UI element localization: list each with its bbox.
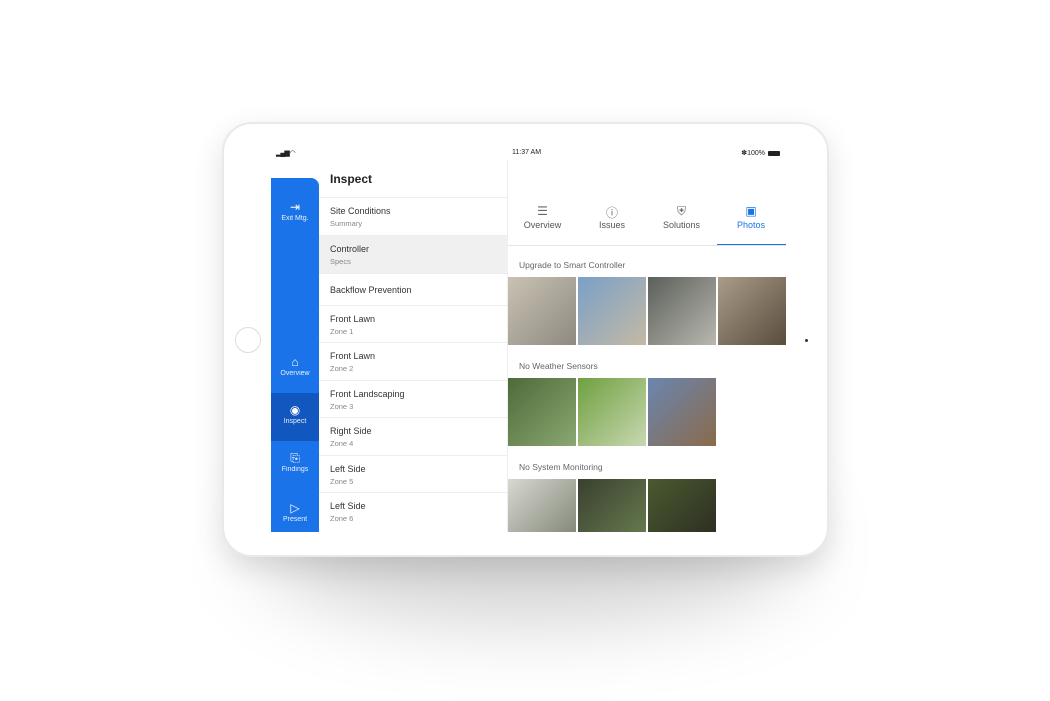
document-search-icon: ⎘ (290, 451, 300, 465)
shield-check-icon: ⛨ (676, 204, 686, 218)
tab-overview[interactable]: ☰ Overview (508, 204, 577, 246)
photo-thumbnail[interactable] (508, 479, 576, 532)
tab-label: Solutions (662, 220, 701, 230)
signal-wifi-icon: ▂▄▆ ◠ (276, 150, 296, 157)
tab-label: Issues (598, 220, 625, 230)
list-item-subtitle: Zone 6 (330, 514, 354, 523)
photo-thumbnail[interactable] (578, 378, 646, 446)
list-item-title: Front Landscaping (330, 389, 405, 399)
list-item[interactable]: Front Landscaping Zone 3 (319, 380, 508, 417)
inspect-list: Inspect Site Conditions Summary Controller… (319, 160, 508, 532)
sidebar-item-label: Findings (281, 466, 309, 473)
list-item-subtitle: Zone 5 (330, 477, 354, 486)
list-item[interactable]: Left Side Zone 5 (319, 455, 508, 492)
list-item[interactable]: Left Side Zone 6 (319, 492, 508, 530)
camera-dot (805, 339, 808, 342)
home-icon: ⌂ (291, 355, 299, 369)
sidebar-item-exit-meeting[interactable]: ⇥ Exit Mtg. (271, 200, 319, 222)
list-item[interactable]: Backflow Prevention (319, 273, 508, 305)
battery-icon (768, 150, 780, 156)
list-item[interactable]: Controller Specs (319, 235, 508, 273)
list-item-title: Site Conditions (330, 206, 391, 216)
list-item-title: Left Side (330, 464, 366, 474)
tab-solutions[interactable]: ⛨ Solutions (647, 204, 716, 246)
checklist-icon: ☰ (537, 204, 548, 218)
photo-thumbnail[interactable] (578, 277, 646, 345)
list-item[interactable]: Right Side Zone 4 (319, 417, 508, 455)
sidebar-item-inspect[interactable]: ◉ Inspect (271, 393, 319, 441)
sidebar-item-label: Overview (280, 370, 310, 377)
photo-section-title: No Weather Sensors (519, 361, 598, 371)
eye-icon: ◉ (289, 403, 301, 417)
battery-text: ✽100% (741, 150, 765, 157)
list-item-subtitle: Zone 4 (330, 439, 354, 448)
photo-section-title: No System Monitoring (519, 462, 603, 472)
list-item-title: Front Lawn (330, 314, 376, 324)
image-icon: ▣ (745, 204, 757, 218)
home-button[interactable] (235, 327, 261, 353)
photo-thumbnail[interactable] (578, 479, 646, 532)
list-item-subtitle: Zone 1 (330, 327, 354, 336)
photo-thumbnail[interactable] (648, 277, 716, 345)
sidebar-nav: ⇥ Exit Mtg. ⌂ Overview ◉ Inspect ⎘ Findings … (271, 178, 319, 532)
list-item[interactable]: Front Lawn Zone 1 (319, 305, 508, 342)
photo-thumbnail[interactable] (648, 378, 716, 446)
list-title: Inspect (330, 172, 373, 186)
list-item-title: Backflow Prevention (330, 285, 412, 295)
list-item-title: Front Lawn (330, 351, 376, 361)
photo-thumbnail[interactable] (648, 479, 716, 532)
app-screen: ▂▄▆ ◠ 11:37 AM ✽100% ⇥ Exit Mtg. ⌂ Overvie… (271, 147, 786, 532)
sidebar-item-findings[interactable]: ⎘ Findings (271, 451, 319, 473)
tab-issues[interactable]: ⓘ Issues (578, 204, 647, 246)
alert-circle-icon: ⓘ (605, 206, 618, 220)
sidebar-item-label: Present (282, 516, 308, 523)
sidebar-item-present[interactable]: ▷ Present (271, 501, 319, 523)
sidebar-item-label: Exit Mtg. (281, 215, 309, 222)
list-item-subtitle: Zone 3 (330, 402, 354, 411)
status-bar: ▂▄▆ ◠ 11:37 AM ✽100% (271, 147, 786, 160)
list-item-subtitle: Zone 2 (330, 364, 354, 373)
tab-photos[interactable]: ▣ Photos (716, 204, 786, 246)
tab-divider (508, 245, 786, 246)
exit-icon: ⇥ (289, 200, 301, 214)
list-item-subtitle: Specs (330, 257, 351, 266)
list-item[interactable]: Front Lawn Zone 2 (319, 342, 508, 380)
photo-thumbnail[interactable] (508, 378, 576, 446)
photo-section-title: Upgrade to Smart Controller (519, 260, 626, 270)
play-icon: ▷ (290, 501, 300, 515)
list-item-title: Right Side (330, 426, 372, 436)
photo-thumbnail[interactable] (718, 277, 786, 345)
sidebar-item-overview[interactable]: ⌂ Overview (271, 355, 319, 377)
detail-pane: ☰ Overview ⓘ Issues ⛨ Solutions ▣ Photos Upgrad… (508, 160, 786, 532)
tab-label: Overview (523, 220, 562, 230)
list-item[interactable]: Site Conditions Summary (319, 197, 508, 235)
tab-label: Photos (736, 220, 766, 230)
photo-thumbnail[interactable] (508, 277, 576, 345)
list-item-title: Left Side (330, 501, 366, 511)
list-item-subtitle: Summary (330, 219, 363, 228)
status-time: 11:37 AM (512, 149, 542, 156)
battery-indicator: ✽100% (741, 149, 780, 157)
sidebar-item-label: Inspect (283, 418, 307, 425)
list-item-title: Controller (330, 244, 370, 254)
